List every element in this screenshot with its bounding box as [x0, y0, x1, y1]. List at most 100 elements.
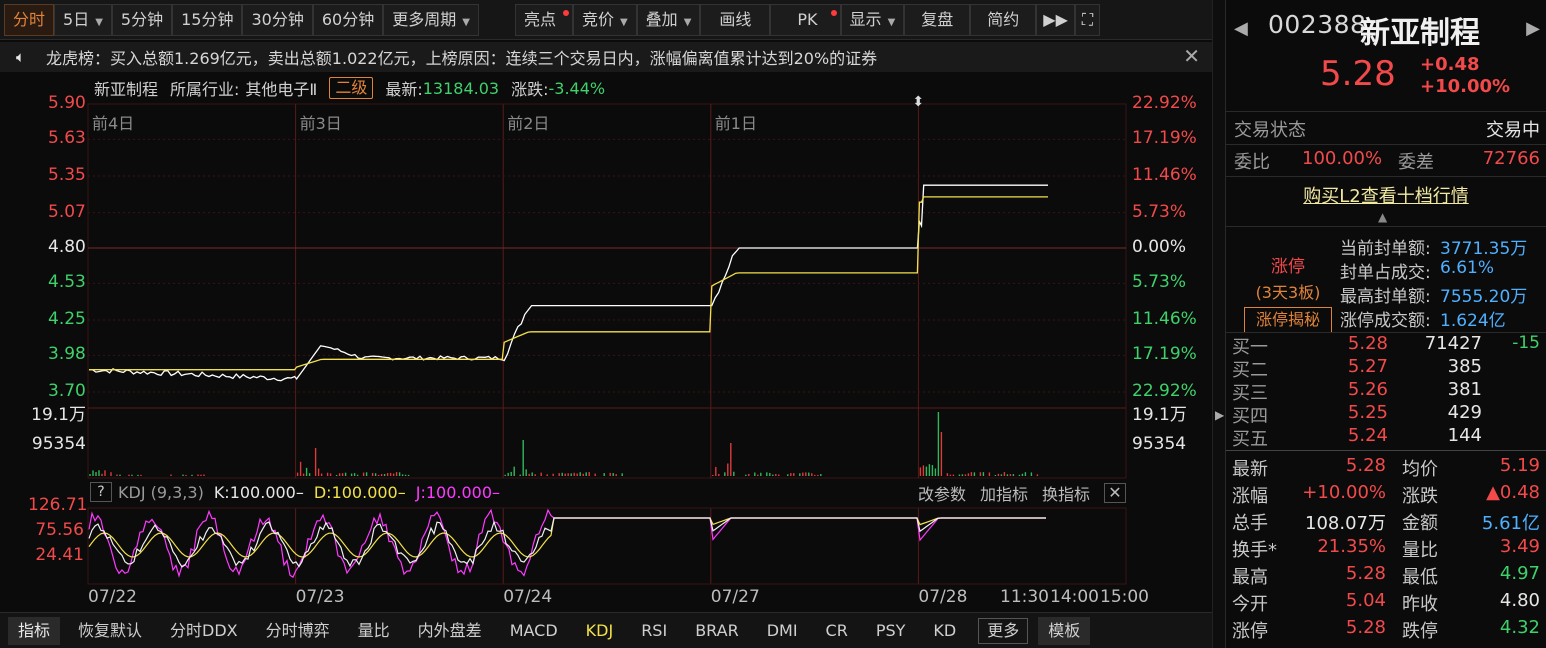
seal-label: 涨停成交额:	[1340, 311, 1431, 331]
bid-price: 5.28	[1347, 333, 1388, 354]
y-tick-right: 5.73%	[1132, 272, 1187, 293]
tab-macd[interactable]: MACD	[496, 617, 572, 645]
close-icon[interactable]: ✕	[1104, 483, 1126, 503]
tab-indicator[interactable]: 指标	[8, 616, 61, 645]
limit-up-reveal-button[interactable]: 涨停揭秘	[1244, 307, 1332, 333]
stat-label: 涨停	[1232, 621, 1268, 642]
tab-template[interactable]: 模板	[1038, 616, 1091, 645]
stat-label: 跌停	[1402, 621, 1438, 642]
limit-up-box: 涨停 (3天3板) 涨停揭秘	[1244, 252, 1332, 333]
current-price: 5.28	[1320, 54, 1396, 94]
order-diff-value: 72766	[1482, 148, 1540, 169]
bid-price: 5.25	[1347, 402, 1388, 423]
bid-price: 5.27	[1347, 356, 1388, 377]
next-stock-icon[interactable]: ▶	[1526, 18, 1540, 39]
tab-brar[interactable]: BRAR	[681, 617, 753, 645]
stat-value: 5.19	[1499, 455, 1540, 476]
bid-delta: -15	[1512, 333, 1540, 353]
kdj-j-line	[88, 508, 1046, 578]
tab-restore-default[interactable]: 恢复默认	[64, 617, 156, 645]
intraday-chart[interactable]	[0, 0, 1212, 612]
kdj-name: KDJ (9,3,3)	[118, 482, 204, 502]
stat-label: 昨收	[1402, 594, 1438, 615]
x-tick: 15:00	[1100, 587, 1149, 607]
y-tick-left: 5.35	[48, 165, 86, 185]
stat-label: 量比	[1402, 540, 1438, 561]
y-tick-left: 5.63	[48, 128, 86, 149]
drag-handle-icon: ⬍	[912, 94, 925, 110]
y-tick-left: 4.53	[48, 272, 86, 293]
collapse-up-icon[interactable]: ▲	[1378, 210, 1387, 224]
y-tick-left: 4.80	[48, 237, 86, 257]
tab-more[interactable]: 更多	[978, 617, 1029, 644]
y-tick-left: 4.25	[48, 309, 86, 329]
tab-ddx[interactable]: 分时DDX	[156, 617, 252, 645]
bid-price: 5.26	[1347, 379, 1388, 400]
seal-value: 7555.20万	[1440, 287, 1528, 307]
order-ratio-value: 100.00%	[1302, 148, 1383, 169]
stat-value: 5.28	[1345, 563, 1386, 584]
volume-tick: 19.1万	[1132, 405, 1187, 425]
tab-cr[interactable]: CR	[812, 617, 862, 645]
stat-value: ▲0.48	[1486, 482, 1540, 503]
l2-quote-link[interactable]: 购买L2查看十档行情	[1303, 186, 1468, 207]
stat-value: 5.28	[1345, 455, 1386, 476]
help-icon[interactable]: ?	[90, 482, 112, 502]
day-label: 前2日	[507, 114, 550, 133]
stat-label: 涨幅	[1232, 486, 1268, 507]
kdj-d-value: D:100.000–	[313, 482, 406, 502]
stat-value: 108.07万	[1305, 513, 1386, 534]
y-tick-right: 22.92%	[1132, 93, 1197, 113]
kdj-j-value: J:100.000–	[415, 482, 501, 502]
order-ratio-label: 委比	[1234, 152, 1270, 173]
tab-game[interactable]: 分时博弈	[252, 617, 344, 645]
kdj-k-value: K:100.000–	[213, 482, 304, 502]
y-tick-left: 3.70	[48, 381, 86, 401]
stat-label: 换手*	[1232, 540, 1277, 561]
change-percent: +10.00%	[1420, 76, 1511, 97]
y-tick-right: 22.92%	[1132, 381, 1197, 401]
switch-indicator-button[interactable]: 换指标	[1042, 481, 1090, 505]
seal-label: 当前封单额:	[1340, 239, 1431, 259]
panel-divider[interactable]: ▶	[1212, 0, 1226, 648]
tab-volume-ratio[interactable]: 量比	[344, 617, 404, 645]
tab-rsi[interactable]: RSI	[627, 617, 681, 645]
kdj-tick: 126.71	[28, 495, 88, 515]
tab-kdj[interactable]: KDJ	[572, 617, 628, 645]
volume-tick: 95354	[1132, 434, 1187, 454]
prev-stock-icon[interactable]: ◀	[1234, 18, 1248, 39]
stat-label: 金额	[1402, 513, 1438, 534]
x-tick: 07/22	[88, 587, 137, 607]
tab-inout-diff[interactable]: 内外盘差	[404, 617, 496, 645]
y-tick-right: 11.46%	[1132, 309, 1197, 329]
bid-volume: 144	[1447, 425, 1482, 446]
y-tick-right: 5.73%	[1132, 201, 1187, 222]
volume-tick: 19.1万	[31, 405, 86, 425]
edit-params-button[interactable]: 改参数	[918, 481, 966, 505]
quote-panel: ◀ 002388 新亚制程 ▶ 5.28 +0.48 +10.00% 交易状态 …	[1226, 0, 1546, 648]
y-tick-left: 5.07	[48, 201, 86, 222]
stat-value: 5.04	[1345, 590, 1386, 611]
kdj-k-line	[88, 517, 1046, 568]
l2-link-row: 购买L2查看十档行情	[1226, 182, 1546, 208]
day-label: 前4日	[92, 114, 135, 133]
kdj-tick: 24.41	[35, 545, 84, 565]
order-diff-label: 委差	[1398, 152, 1434, 173]
day-label: 前3日	[299, 114, 342, 133]
stat-value: 5.61亿	[1481, 513, 1540, 534]
tab-kd[interactable]: KD	[919, 617, 970, 645]
stat-value: 4.32	[1499, 617, 1540, 638]
seal-label: 封单占成交:	[1340, 263, 1431, 283]
tab-dmi[interactable]: DMI	[753, 617, 812, 645]
kdj-header: ? KDJ (9,3,3) K:100.000– D:100.000– J:10…	[90, 481, 1126, 505]
stat-label: 今开	[1232, 594, 1268, 615]
bid-price: 5.24	[1347, 425, 1388, 446]
x-tick: 14:00	[1050, 587, 1099, 607]
collapse-arrow-icon[interactable]: ▶	[1215, 408, 1224, 422]
seal-value: 1.624亿	[1440, 311, 1506, 331]
bid-label: 买五	[1232, 429, 1268, 450]
add-indicator-button[interactable]: 加指标	[980, 481, 1028, 505]
tab-psy[interactable]: PSY	[862, 617, 920, 645]
volume-tick: 95354	[31, 434, 86, 454]
y-tick-right: 17.19%	[1132, 128, 1197, 149]
